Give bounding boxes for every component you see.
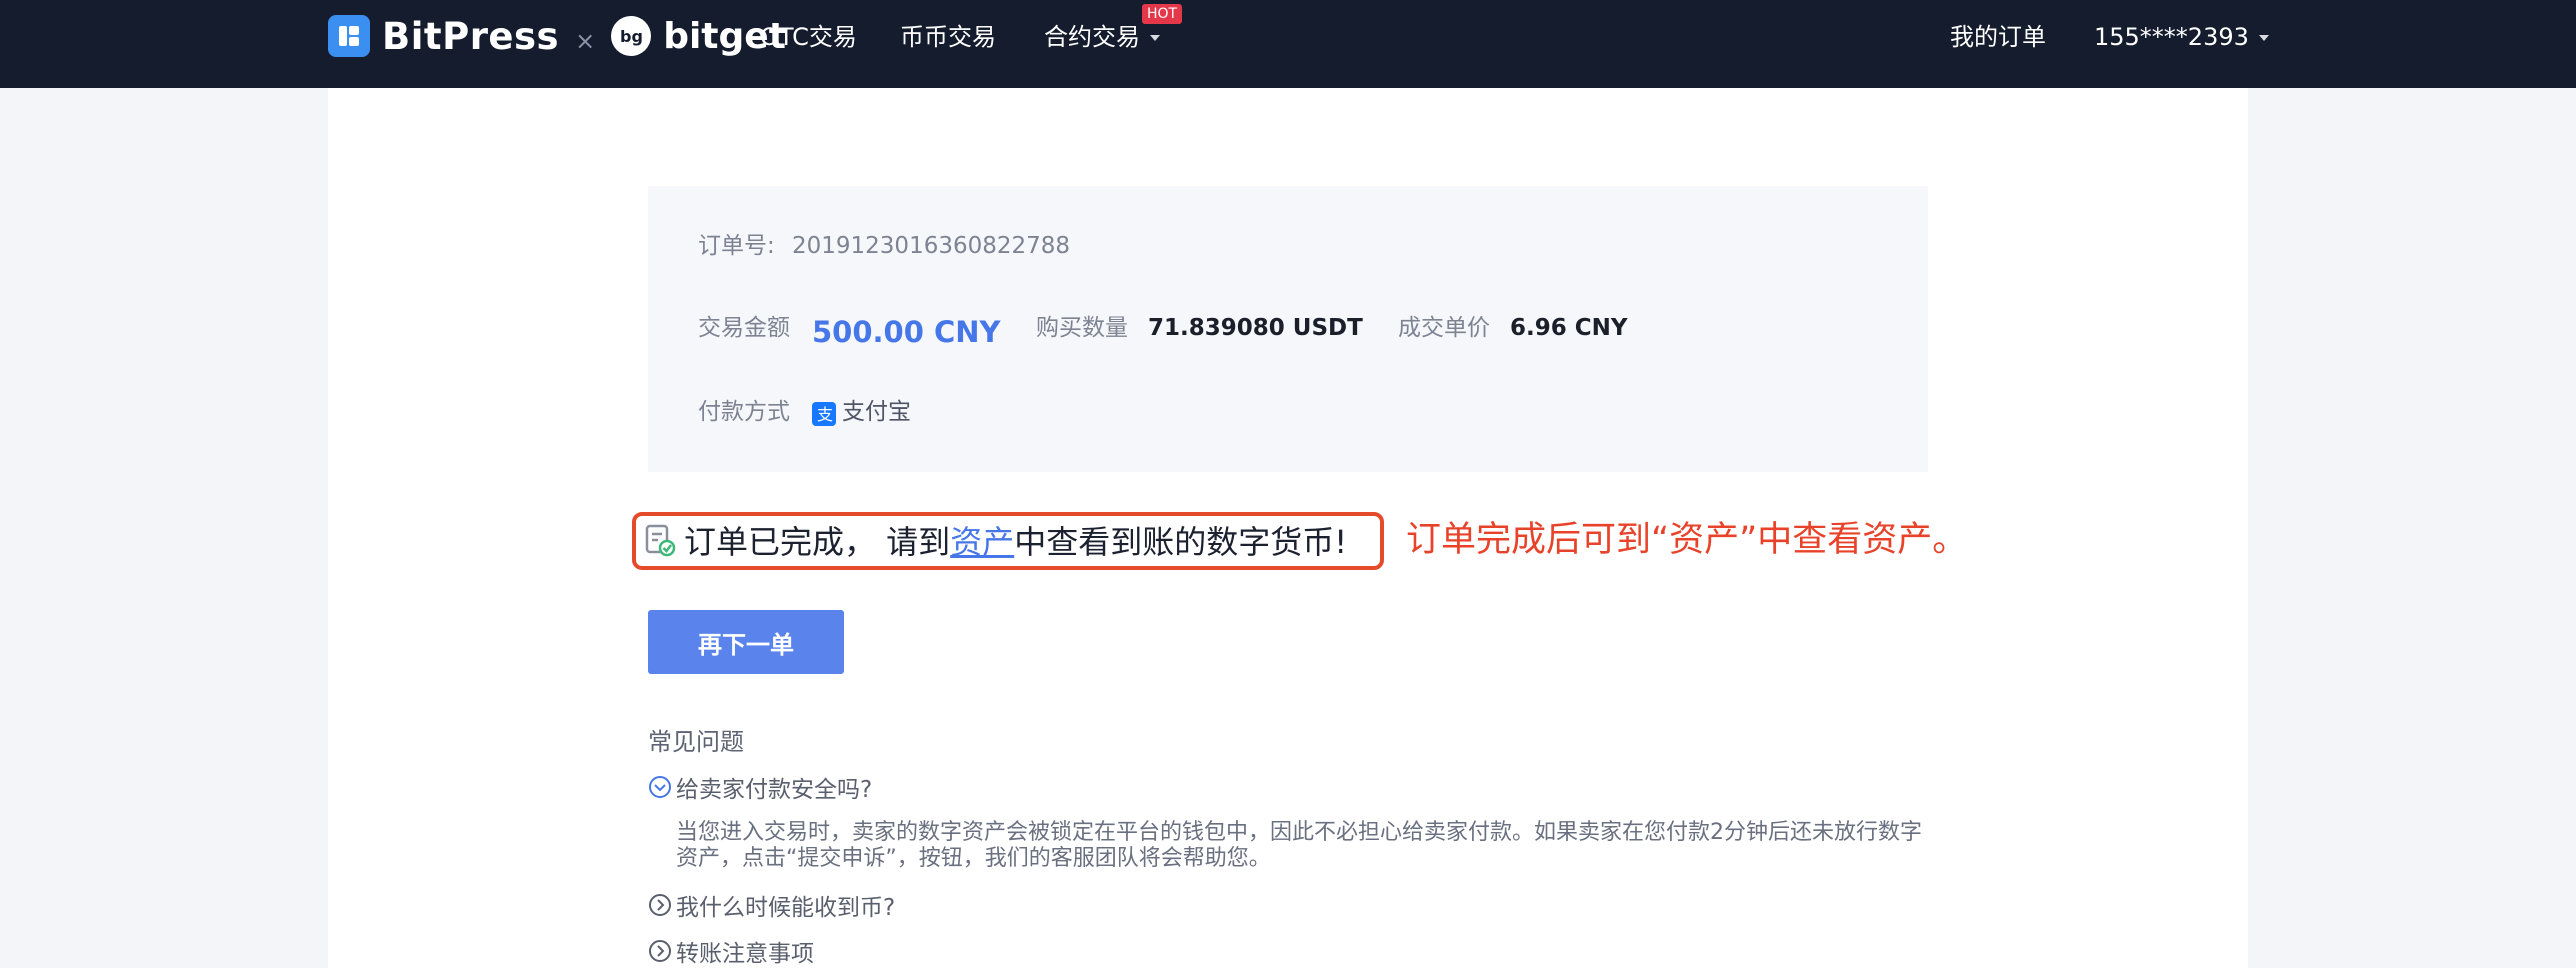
brand-separator: × (575, 27, 596, 55)
nav-spot[interactable]: 币币交易 (900, 20, 996, 54)
top-navbar: BitPress × bg bitget OTC交易 币币交易 合约交易 HOT… (0, 0, 2576, 88)
amount-value: 500.00 CNY (812, 315, 1001, 349)
faq-item-safety[interactable]: 给卖家付款安全吗? (648, 770, 872, 804)
user-menu[interactable]: 155****2393 (2094, 20, 2269, 54)
price-label: 成交单价 (1398, 315, 1490, 341)
bitget-logo-icon: bg (611, 16, 652, 56)
faq-question: 给卖家付款安全吗? (676, 777, 873, 803)
svg-text:支: 支 (817, 405, 833, 424)
order-summary-card: 订单号: 2019123016360822788 交易金额 500.00 CNY… (648, 186, 1928, 472)
assets-link[interactable]: 资产 (950, 517, 1014, 563)
notice-suffix: 中查看到账的数字货币! (1014, 523, 1348, 561)
order-id-label: 订单号: (698, 233, 775, 259)
nav-my-orders[interactable]: 我的订单 (1950, 20, 2046, 54)
payment-method-value: 支付宝 (842, 399, 911, 425)
svg-text:bg: bg (620, 27, 643, 46)
faq-question: 转账注意事项 (676, 941, 814, 967)
chevron-right-circle-icon (648, 893, 672, 917)
quantity-label: 购买数量 (1036, 315, 1128, 341)
faq-answer: 当您进入交易时，卖家的数字资产会被锁定在平台的钱包中，因此不必担心给卖家付款。如… (676, 820, 1923, 871)
bitpress-logo-icon (328, 15, 370, 57)
order-complete-notice: 订单已完成， 请到 资产 中查看到账的数字货币! (644, 517, 1348, 563)
payment-method-label: 付款方式 (698, 399, 790, 425)
chevron-right-circle-icon (648, 939, 672, 963)
amount-label: 交易金额 (698, 315, 790, 341)
nav-otc[interactable]: OTC交易 (760, 20, 857, 54)
nav-contract[interactable]: 合约交易 (1044, 20, 1160, 54)
reorder-button[interactable]: 再下一单 (648, 610, 844, 674)
annotation-text: 订单完成后可到“资产”中查看资产。 (1406, 520, 1968, 560)
brand-bitpress: BitPress (382, 14, 560, 58)
nav-contract-label: 合约交易 (1044, 23, 1140, 51)
user-phone: 155****2393 (2094, 23, 2249, 51)
chevron-down-icon (2258, 35, 2269, 41)
alipay-icon: 支 (812, 402, 836, 430)
faq-title: 常见问题 (648, 728, 744, 756)
brand[interactable]: BitPress × bg bitget (328, 12, 786, 60)
price-value: 6.96 CNY (1510, 315, 1628, 341)
faq-item-transfer-notes[interactable]: 转账注意事项 (648, 934, 814, 968)
notice-prefix: 订单已完成， 请到 (684, 523, 951, 561)
faq-question: 我什么时候能收到币? (676, 895, 896, 921)
order-id-value: 2019123016360822788 (792, 233, 1071, 259)
chevron-down-circle-icon (648, 775, 672, 799)
hot-badge: HOT (1142, 4, 1183, 24)
quantity-value: 71.839080 USDT (1148, 315, 1363, 341)
faq-item-receive[interactable]: 我什么时候能收到币? (648, 888, 895, 922)
chevron-down-icon (1150, 35, 1160, 41)
order-complete-icon (644, 523, 676, 557)
